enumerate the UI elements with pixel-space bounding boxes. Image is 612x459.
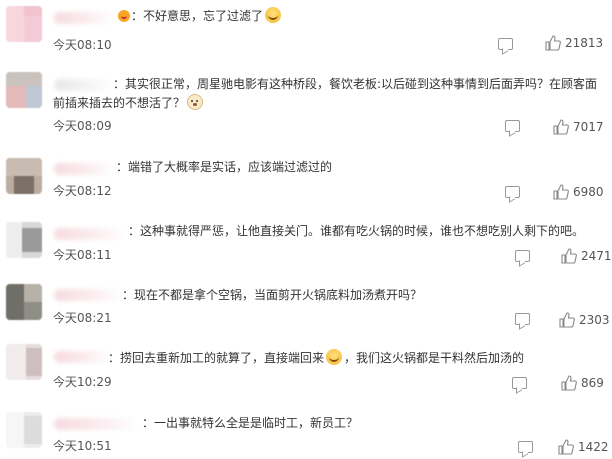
avatar[interactable] <box>6 6 42 42</box>
avatar[interactable] <box>6 344 42 380</box>
smile-badge-icon <box>118 10 130 22</box>
reply-icon[interactable] <box>505 186 520 198</box>
thumbs-up-icon <box>561 248 577 264</box>
like-button[interactable]: 2471 <box>561 248 612 264</box>
comment-text: ：不好意思，忘了过滤了 <box>118 5 283 27</box>
thumbs-up-icon <box>558 439 574 455</box>
timestamp: 今天10:51 <box>53 439 112 453</box>
username[interactable] <box>54 351 110 363</box>
like-count: 6980 <box>573 185 604 199</box>
dog-emoji-icon <box>187 94 204 110</box>
like-count: 2303 <box>579 313 610 327</box>
comment-body: ：端错了大概率是实话，应该端过滤过的 <box>116 160 333 174</box>
comment-text: ：一出事就特么全是是临时工，新员工？ <box>142 412 358 434</box>
like-button[interactable]: 6980 <box>553 184 604 200</box>
thumbs-up-icon <box>545 35 561 51</box>
thumbs-up-icon <box>553 119 569 135</box>
avatar[interactable] <box>6 158 42 194</box>
laugh-emoji-icon <box>326 349 343 365</box>
like-count: 869 <box>581 376 604 390</box>
reply-icon[interactable] <box>505 120 520 132</box>
username[interactable] <box>54 228 126 240</box>
like-button[interactable]: 7017 <box>553 119 604 135</box>
like-button[interactable]: 2303 <box>559 312 610 328</box>
comment-body: ：不好意思，忘了过滤了 <box>131 9 264 23</box>
comment-body: ：这种事就得严惩，让他直接关门。谁都有吃火锅的时候，谁也不想吃别人剩下的吧。 <box>128 224 585 238</box>
like-count: 1422 <box>578 440 609 454</box>
username[interactable] <box>54 289 122 301</box>
reply-icon[interactable] <box>512 377 527 389</box>
comment-text: ：这种事就得严惩，让他直接关门。谁都有吃火锅的时候，谁也不想吃别人剩下的吧。 <box>128 220 584 242</box>
comment-body: ：其实很正常，周星驰电影有这种桥段，餐饮老板:以后碰到这种事情到后面弄吗？在顾客… <box>113 77 598 91</box>
comment-body: ：一出事就特么全是是临时工，新员工？ <box>142 416 359 430</box>
timestamp: 今天08:10 <box>53 38 112 52</box>
laugh-emoji-icon <box>265 7 282 23</box>
comment-body-continued: ，我们这火锅都是干料然后加汤的 <box>344 351 525 365</box>
thumbs-up-icon <box>561 375 577 391</box>
like-button[interactable]: 21813 <box>545 35 603 51</box>
like-count: 2471 <box>581 249 612 263</box>
like-count: 7017 <box>573 120 604 134</box>
username[interactable] <box>54 163 114 175</box>
comment-text-continued: 前插来插去的不想活了？ <box>53 92 205 114</box>
reply-icon[interactable] <box>498 38 513 50</box>
like-button[interactable]: 1422 <box>558 439 609 455</box>
comment-body: 前插来插去的不想活了？ <box>53 96 186 110</box>
thumbs-up-icon <box>553 184 569 200</box>
username[interactable] <box>54 79 112 91</box>
avatar[interactable] <box>6 222 42 258</box>
comment-body: ：捞回去重新加工的就算了，直接端回来 <box>108 351 325 365</box>
avatar[interactable] <box>6 72 42 108</box>
username[interactable] <box>54 12 114 24</box>
timestamp: 今天08:11 <box>53 248 112 262</box>
thumbs-up-icon <box>559 312 575 328</box>
timestamp: 今天08:09 <box>53 119 112 133</box>
comment-text: ：端错了大概率是实话，应该端过滤过的 <box>116 156 332 178</box>
comment-text: ：现在不都是拿个空锅，当面剪开火锅底料加汤煮开吗？ <box>122 284 422 306</box>
timestamp: 今天08:12 <box>53 184 112 198</box>
avatar[interactable] <box>6 412 42 448</box>
timestamp: 今天10:29 <box>53 375 112 389</box>
avatar[interactable] <box>6 284 42 320</box>
comment-body: ：现在不都是拿个空锅，当面剪开火锅底料加汤煮开吗？ <box>122 288 423 302</box>
like-button[interactable]: 869 <box>561 375 604 391</box>
reply-icon[interactable] <box>515 313 530 325</box>
reply-icon[interactable] <box>518 441 533 453</box>
reply-icon[interactable] <box>515 250 530 262</box>
like-count: 21813 <box>565 36 604 50</box>
timestamp: 今天08:21 <box>53 311 112 325</box>
username[interactable] <box>54 418 138 430</box>
comment-text: ：捞回去重新加工的就算了，直接端回来 ，我们这火锅都是干料然后加汤的 <box>108 347 524 369</box>
